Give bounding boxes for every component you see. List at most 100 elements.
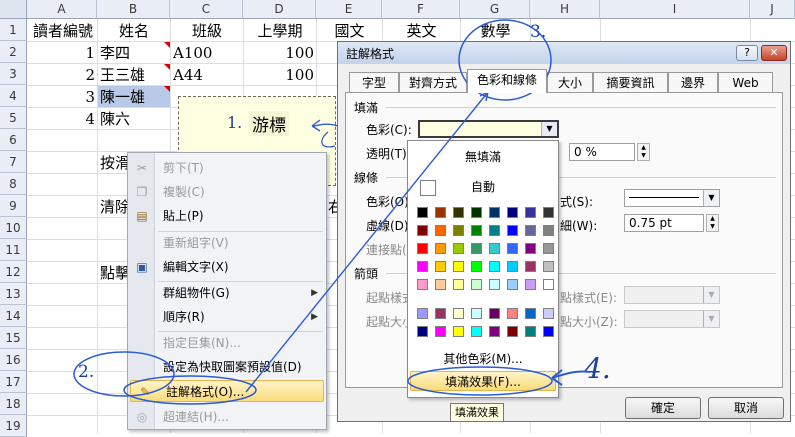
row-header[interactable]: 7 (0, 151, 27, 173)
column-header-f[interactable]: F (382, 0, 460, 19)
color-swatch[interactable] (453, 243, 464, 254)
color-swatch[interactable] (435, 207, 446, 218)
line-style-dropdown[interactable]: ▼ (624, 189, 720, 207)
tab-margins[interactable]: 邊界 (668, 72, 718, 92)
tab-font[interactable]: 字型 (349, 72, 399, 92)
cell-d1[interactable]: 上學期 (244, 20, 316, 42)
fill-effects-option[interactable]: 填滿效果(F)... (410, 371, 556, 391)
ok-button[interactable]: 確定 (625, 397, 701, 419)
cell-b3[interactable]: 王三雄 (98, 64, 170, 86)
color-swatch[interactable] (543, 308, 554, 319)
help-button[interactable]: ? (736, 45, 758, 61)
row-header[interactable]: 19 (0, 415, 27, 437)
color-swatch[interactable] (417, 261, 428, 272)
column-header-j[interactable]: J (750, 0, 795, 19)
cell-c2[interactable]: A100 (171, 42, 243, 64)
spinner-icon[interactable]: ▲ ▼ (637, 143, 650, 161)
color-swatch[interactable] (417, 308, 428, 319)
chevron-down-icon[interactable]: ▼ (703, 287, 719, 303)
menu-item-group[interactable]: 群組物件(G) ▶ (128, 282, 326, 304)
column-header-h[interactable]: H (530, 0, 600, 19)
end-style-dropdown[interactable]: ▼ (624, 286, 720, 304)
color-swatch[interactable] (417, 243, 428, 254)
row-header[interactable]: 2 (0, 41, 27, 63)
row-header[interactable]: 18 (0, 393, 27, 415)
row-header[interactable]: 10 (0, 217, 27, 239)
color-swatch[interactable] (471, 308, 482, 319)
cell-d3[interactable]: 100 (244, 64, 316, 86)
color-swatch[interactable] (525, 308, 536, 319)
color-swatch[interactable] (507, 207, 518, 218)
color-swatch[interactable] (525, 326, 536, 337)
color-swatch[interactable] (489, 207, 500, 218)
color-swatch[interactable] (435, 326, 446, 337)
color-swatch[interactable] (525, 243, 536, 254)
row-header[interactable]: 11 (0, 239, 27, 261)
cell-c1[interactable]: 班級 (171, 20, 243, 42)
color-swatch[interactable] (417, 279, 428, 290)
color-swatch[interactable] (417, 207, 428, 218)
row-header[interactable]: 6 (0, 129, 27, 151)
cell-g1[interactable]: 數學 (461, 20, 530, 42)
column-header-c[interactable]: C (170, 0, 243, 19)
color-swatch[interactable] (489, 225, 500, 236)
column-header-a[interactable]: A (27, 0, 97, 19)
color-swatch[interactable] (417, 225, 428, 236)
row-header[interactable]: 14 (0, 305, 27, 327)
color-swatch[interactable] (507, 243, 518, 254)
row-header[interactable]: 16 (0, 349, 27, 371)
color-swatch[interactable] (543, 261, 554, 272)
column-header-i[interactable]: I (600, 0, 750, 19)
color-swatch[interactable] (435, 261, 446, 272)
fill-color-dropdown[interactable]: ▼ (418, 120, 559, 138)
menu-item-reconvert[interactable]: 重新組字(V) (128, 232, 326, 254)
cell-c3[interactable]: A44 (171, 64, 243, 86)
color-swatch[interactable] (525, 225, 536, 236)
color-swatch[interactable] (417, 326, 428, 337)
transparency-value[interactable]: 0 % (569, 143, 635, 161)
spinner-icon[interactable]: ▲ ▼ (706, 214, 719, 232)
row-header[interactable]: 17 (0, 371, 27, 393)
cell-a2[interactable]: 1 (28, 42, 97, 64)
menu-item-format-comment[interactable]: ✎ 註解格式(O)... (130, 380, 324, 402)
menu-item-copy[interactable]: ❐ 複製(C) (128, 181, 326, 203)
tab-web[interactable]: Web (718, 72, 773, 92)
chevron-down-icon[interactable]: ▼ (703, 190, 719, 206)
menu-item-assign-macro[interactable]: 指定巨集(N)... (128, 332, 326, 354)
color-swatch[interactable] (453, 326, 464, 337)
color-swatch[interactable] (453, 279, 464, 290)
cell-a3[interactable]: 2 (28, 64, 97, 86)
color-swatch[interactable] (435, 243, 446, 254)
cell-b2[interactable]: 李四 (98, 42, 170, 64)
cancel-button[interactable]: 取消 (708, 397, 784, 419)
menu-item-set-default-shape[interactable]: 設定為快取圖案預設值(D) (128, 356, 326, 378)
color-swatch[interactable] (543, 225, 554, 236)
color-swatch[interactable] (471, 261, 482, 272)
color-swatch[interactable] (543, 243, 554, 254)
menu-item-cut[interactable]: ✂ 剪下(T) (128, 157, 326, 179)
end-size-dropdown[interactable]: ▼ (624, 310, 720, 328)
color-swatch[interactable] (471, 243, 482, 254)
color-swatch[interactable] (453, 225, 464, 236)
tab-size[interactable]: 大小 (547, 72, 593, 92)
color-swatch[interactable] (543, 207, 554, 218)
color-swatch[interactable] (489, 261, 500, 272)
column-header-g[interactable]: G (460, 0, 530, 19)
cell-b1[interactable]: 姓名 (98, 20, 170, 42)
color-swatch[interactable] (507, 261, 518, 272)
color-swatch[interactable] (435, 279, 446, 290)
cell-a1[interactable]: 讀者編號 (28, 20, 98, 42)
color-swatch[interactable] (543, 326, 554, 337)
color-swatch[interactable] (507, 308, 518, 319)
row-header[interactable]: 9 (0, 195, 27, 217)
color-swatch[interactable] (489, 279, 500, 290)
dialog-title-bar[interactable]: 註解格式 ? ✕ (338, 42, 790, 64)
color-swatch[interactable] (471, 225, 482, 236)
color-swatch[interactable] (489, 326, 500, 337)
color-swatch[interactable] (453, 261, 464, 272)
color-swatch[interactable] (525, 279, 536, 290)
chevron-down-icon[interactable]: ▼ (541, 122, 557, 136)
menu-item-hyperlink[interactable]: ◎ 超連結(H)... (128, 406, 326, 428)
more-colors-option[interactable]: 其他色彩(M)... (410, 349, 556, 369)
column-header-e[interactable]: E (316, 0, 382, 19)
